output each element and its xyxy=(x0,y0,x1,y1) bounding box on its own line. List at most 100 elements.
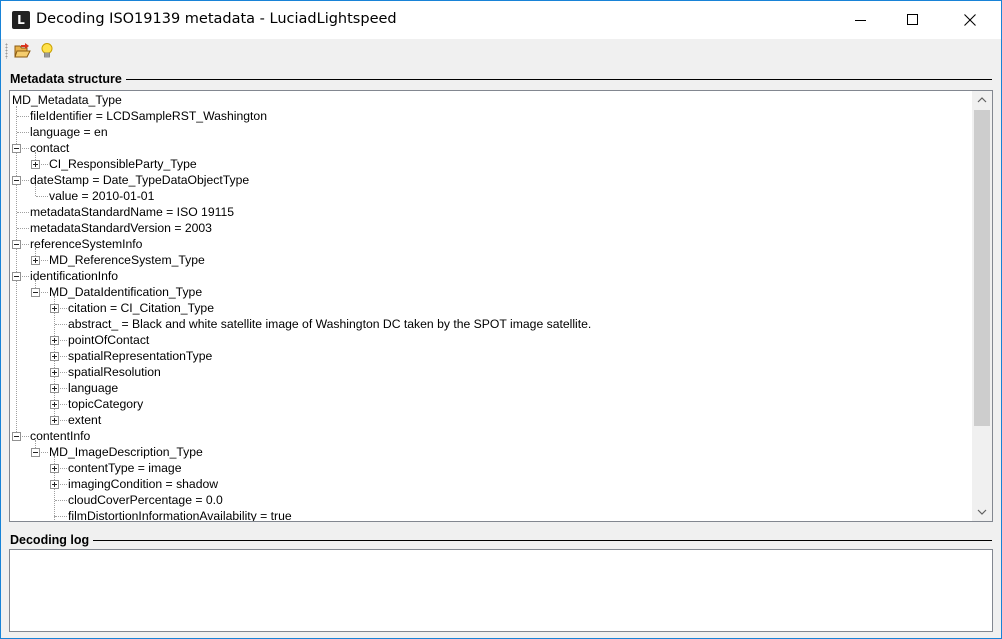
tree-node[interactable]: contact xyxy=(10,140,970,156)
tree-node[interactable]: pointOfContact xyxy=(10,332,970,348)
tree-node-label: referenceSystemInfo xyxy=(30,237,143,251)
tree-node-label: filmDistortionInformationAvailability = … xyxy=(68,509,292,521)
metadata-tree-rows: MD_Metadata_Type fileIdentifier = LCDSamp… xyxy=(10,91,972,521)
tree-node-label: contentInfo xyxy=(30,429,91,443)
structure-section-title: Metadata structure xyxy=(10,72,126,86)
structure-section-divider xyxy=(10,79,992,80)
metadata-tree[interactable]: MD_Metadata_Type fileIdentifier = LCDSamp… xyxy=(9,90,993,522)
tree-node[interactable]: topicCategory xyxy=(10,396,970,412)
tree-node[interactable]: spatialResolution xyxy=(10,364,970,380)
tree-node[interactable]: fileIdentifier = LCDSampleRST_Washington xyxy=(10,108,970,124)
tree-node-label: pointOfContact xyxy=(68,333,150,347)
title-bar[interactable]: L Decoding ISO19139 metadata - LuciadLig… xyxy=(1,1,1001,39)
tree-node-label: metadataStandardVersion = 2003 xyxy=(30,221,212,235)
tree-node-label: MD_Metadata_Type xyxy=(12,93,122,107)
scroll-down-button[interactable] xyxy=(972,504,992,521)
scroll-up-button[interactable] xyxy=(972,91,992,108)
tree-node[interactable]: MD_Metadata_Type xyxy=(10,92,970,108)
collapse-icon[interactable] xyxy=(12,240,21,249)
lightbulb-icon xyxy=(41,43,53,58)
toolbar-grip-handle[interactable] xyxy=(5,43,8,59)
decoding-log-area[interactable] xyxy=(9,549,993,632)
tree-vertical-scrollbar[interactable] xyxy=(972,91,992,521)
tree-node-label: metadataStandardName = ISO 19115 xyxy=(30,205,235,219)
tree-node[interactable]: metadataStandardVersion = 2003 xyxy=(10,220,970,236)
tree-node-label: CI_ResponsibleParty_Type xyxy=(49,157,197,171)
toolbar xyxy=(1,39,1001,63)
tree-node-label: citation = CI_Citation_Type xyxy=(68,301,214,315)
expand-icon[interactable] xyxy=(50,416,59,425)
tree-node[interactable]: cloudCoverPercentage = 0.0 xyxy=(10,492,970,508)
tree-node[interactable]: contentInfo xyxy=(10,428,970,444)
app-logo-icon: L xyxy=(12,11,30,29)
tree-node-label: identificationInfo xyxy=(30,269,119,283)
tree-node[interactable]: MD_ReferenceSystem_Type xyxy=(10,252,970,268)
tree-node-label: cloudCoverPercentage = 0.0 xyxy=(68,493,223,507)
expand-icon[interactable] xyxy=(50,368,59,377)
expand-icon[interactable] xyxy=(50,336,59,345)
tree-node[interactable]: spatialRepresentationType xyxy=(10,348,970,364)
minimize-button[interactable] xyxy=(838,1,884,39)
tree-node[interactable]: citation = CI_Citation_Type xyxy=(10,300,970,316)
tree-node[interactable]: identificationInfo xyxy=(10,268,970,284)
tree-node[interactable]: contentType = image xyxy=(10,460,970,476)
tree-node[interactable]: language xyxy=(10,380,970,396)
collapse-icon[interactable] xyxy=(12,272,21,281)
folder-open-icon xyxy=(14,43,31,58)
close-button[interactable] xyxy=(947,1,993,39)
tree-node[interactable]: imagingCondition = shadow xyxy=(10,476,970,492)
log-section-title: Decoding log xyxy=(10,533,94,547)
collapse-icon[interactable] xyxy=(31,288,40,297)
tree-node[interactable]: referenceSystemInfo xyxy=(10,236,970,252)
expand-icon[interactable] xyxy=(50,480,59,489)
tree-node-label: contentType = image xyxy=(68,461,182,475)
hint-button[interactable] xyxy=(37,41,57,61)
expand-icon[interactable] xyxy=(50,352,59,361)
tree-node-label: MD_ReferenceSystem_Type xyxy=(49,253,205,267)
maximize-icon xyxy=(907,14,918,25)
expand-icon[interactable] xyxy=(50,384,59,393)
tree-node-label: fileIdentifier = LCDSampleRST_Washington xyxy=(30,109,267,123)
application-window: L Decoding ISO19139 metadata - LuciadLig… xyxy=(0,0,1002,639)
tree-node-label: language = en xyxy=(30,125,108,139)
collapse-icon[interactable] xyxy=(12,144,21,153)
tree-node[interactable]: CI_ResponsibleParty_Type xyxy=(10,156,970,172)
tree-node-label: MD_ImageDescription_Type xyxy=(49,445,203,459)
tree-node-label: extent xyxy=(68,413,102,427)
tree-node-label: MD_DataIdentification_Type xyxy=(49,285,203,299)
scroll-thumb[interactable] xyxy=(974,110,990,426)
expand-icon[interactable] xyxy=(31,160,40,169)
collapse-icon[interactable] xyxy=(12,176,21,185)
tree-node[interactable]: language = en xyxy=(10,124,970,140)
window-title: Decoding ISO19139 metadata - LuciadLight… xyxy=(36,11,397,27)
expand-icon[interactable] xyxy=(50,400,59,409)
tree-node-label: imagingCondition = shadow xyxy=(68,477,219,491)
log-section-divider xyxy=(10,540,992,541)
tree-node-label: topicCategory xyxy=(68,397,144,411)
tree-node-label: contact xyxy=(30,141,70,155)
tree-node-label: spatialResolution xyxy=(68,365,161,379)
chevron-up-icon xyxy=(977,97,987,103)
tree-node[interactable]: filmDistortionInformationAvailability = … xyxy=(10,508,970,521)
tree-node[interactable]: metadataStandardName = ISO 19115 xyxy=(10,204,970,220)
maximize-button[interactable] xyxy=(890,1,936,39)
tree-node[interactable]: abstract_ = Black and white satellite im… xyxy=(10,316,970,332)
tree-node[interactable]: MD_ImageDescription_Type xyxy=(10,444,970,460)
tree-node-label: dateStamp = Date_TypeDataObjectType xyxy=(30,173,250,187)
tree-connector-line xyxy=(54,516,55,521)
collapse-icon[interactable] xyxy=(12,432,21,441)
tree-node-label: abstract_ = Black and white satellite im… xyxy=(68,317,592,331)
expand-icon[interactable] xyxy=(31,256,40,265)
tree-node-label: value = 2010-01-01 xyxy=(49,189,155,203)
close-icon xyxy=(964,14,976,26)
tree-node[interactable]: extent xyxy=(10,412,970,428)
collapse-icon[interactable] xyxy=(31,448,40,457)
open-file-button[interactable] xyxy=(13,41,33,61)
tree-node[interactable]: MD_DataIdentification_Type xyxy=(10,284,970,300)
chevron-down-icon xyxy=(977,509,987,515)
tree-node-label: spatialRepresentationType xyxy=(68,349,213,363)
tree-node[interactable]: dateStamp = Date_TypeDataObjectType xyxy=(10,172,970,188)
tree-node[interactable]: value = 2010-01-01 xyxy=(10,188,970,204)
expand-icon[interactable] xyxy=(50,304,59,313)
expand-icon[interactable] xyxy=(50,464,59,473)
